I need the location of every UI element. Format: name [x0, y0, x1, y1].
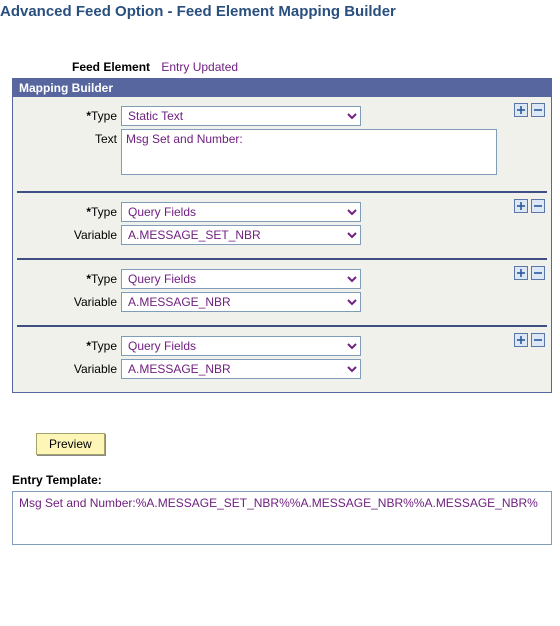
type-label: *Type — [13, 336, 121, 353]
type-select[interactable]: Query Fields Static Text — [121, 202, 361, 222]
remove-row-button[interactable] — [531, 266, 545, 280]
add-row-button[interactable] — [514, 199, 528, 213]
type-select[interactable]: Query Fields Static Text — [121, 269, 361, 289]
entry-template-output: Msg Set and Number:%A.MESSAGE_SET_NBR%%A… — [12, 491, 552, 545]
variable-select[interactable]: A.MESSAGE_NBR — [121, 292, 361, 312]
mapping-builder-header: Mapping Builder — [13, 79, 551, 97]
mapping-block: *Type Query Fields Static Text Variable … — [13, 327, 551, 392]
entry-template-label: Entry Template: — [12, 473, 560, 487]
feed-element-label: Feed Element — [72, 60, 150, 74]
mapping-builder-panel: Mapping Builder *Type Static Text — [12, 78, 552, 393]
page-title: Advanced Feed Option - Feed Element Mapp… — [0, 3, 560, 20]
add-row-button[interactable] — [514, 333, 528, 347]
feed-element-row: Feed Element Entry Updated — [72, 60, 560, 74]
add-row-button[interactable] — [514, 266, 528, 280]
preview-button[interactable]: Preview — [36, 433, 105, 455]
variable-label: Variable — [13, 359, 121, 376]
type-label: *Type — [13, 202, 121, 219]
remove-row-button[interactable] — [531, 103, 545, 117]
mapping-block: *Type Query Fields Static Text Variable … — [13, 193, 551, 258]
type-label: *Type — [13, 106, 121, 123]
text-input[interactable] — [121, 129, 497, 175]
remove-row-button[interactable] — [531, 199, 545, 213]
mapping-block: *Type Static Text Query Fields Text — [13, 97, 551, 191]
remove-row-button[interactable] — [531, 333, 545, 347]
type-select[interactable]: Query Fields Static Text — [121, 336, 361, 356]
add-row-button[interactable] — [514, 103, 528, 117]
type-label: *Type — [13, 269, 121, 286]
variable-label: Variable — [13, 292, 121, 309]
type-select[interactable]: Static Text Query Fields — [121, 106, 361, 126]
mapping-block: *Type Query Fields Static Text Variable … — [13, 260, 551, 325]
feed-element-value: Entry Updated — [161, 60, 238, 74]
variable-select[interactable]: A.MESSAGE_SET_NBR — [121, 225, 361, 245]
variable-select[interactable]: A.MESSAGE_NBR — [121, 359, 361, 379]
text-label: Text — [13, 129, 121, 146]
variable-label: Variable — [13, 225, 121, 242]
